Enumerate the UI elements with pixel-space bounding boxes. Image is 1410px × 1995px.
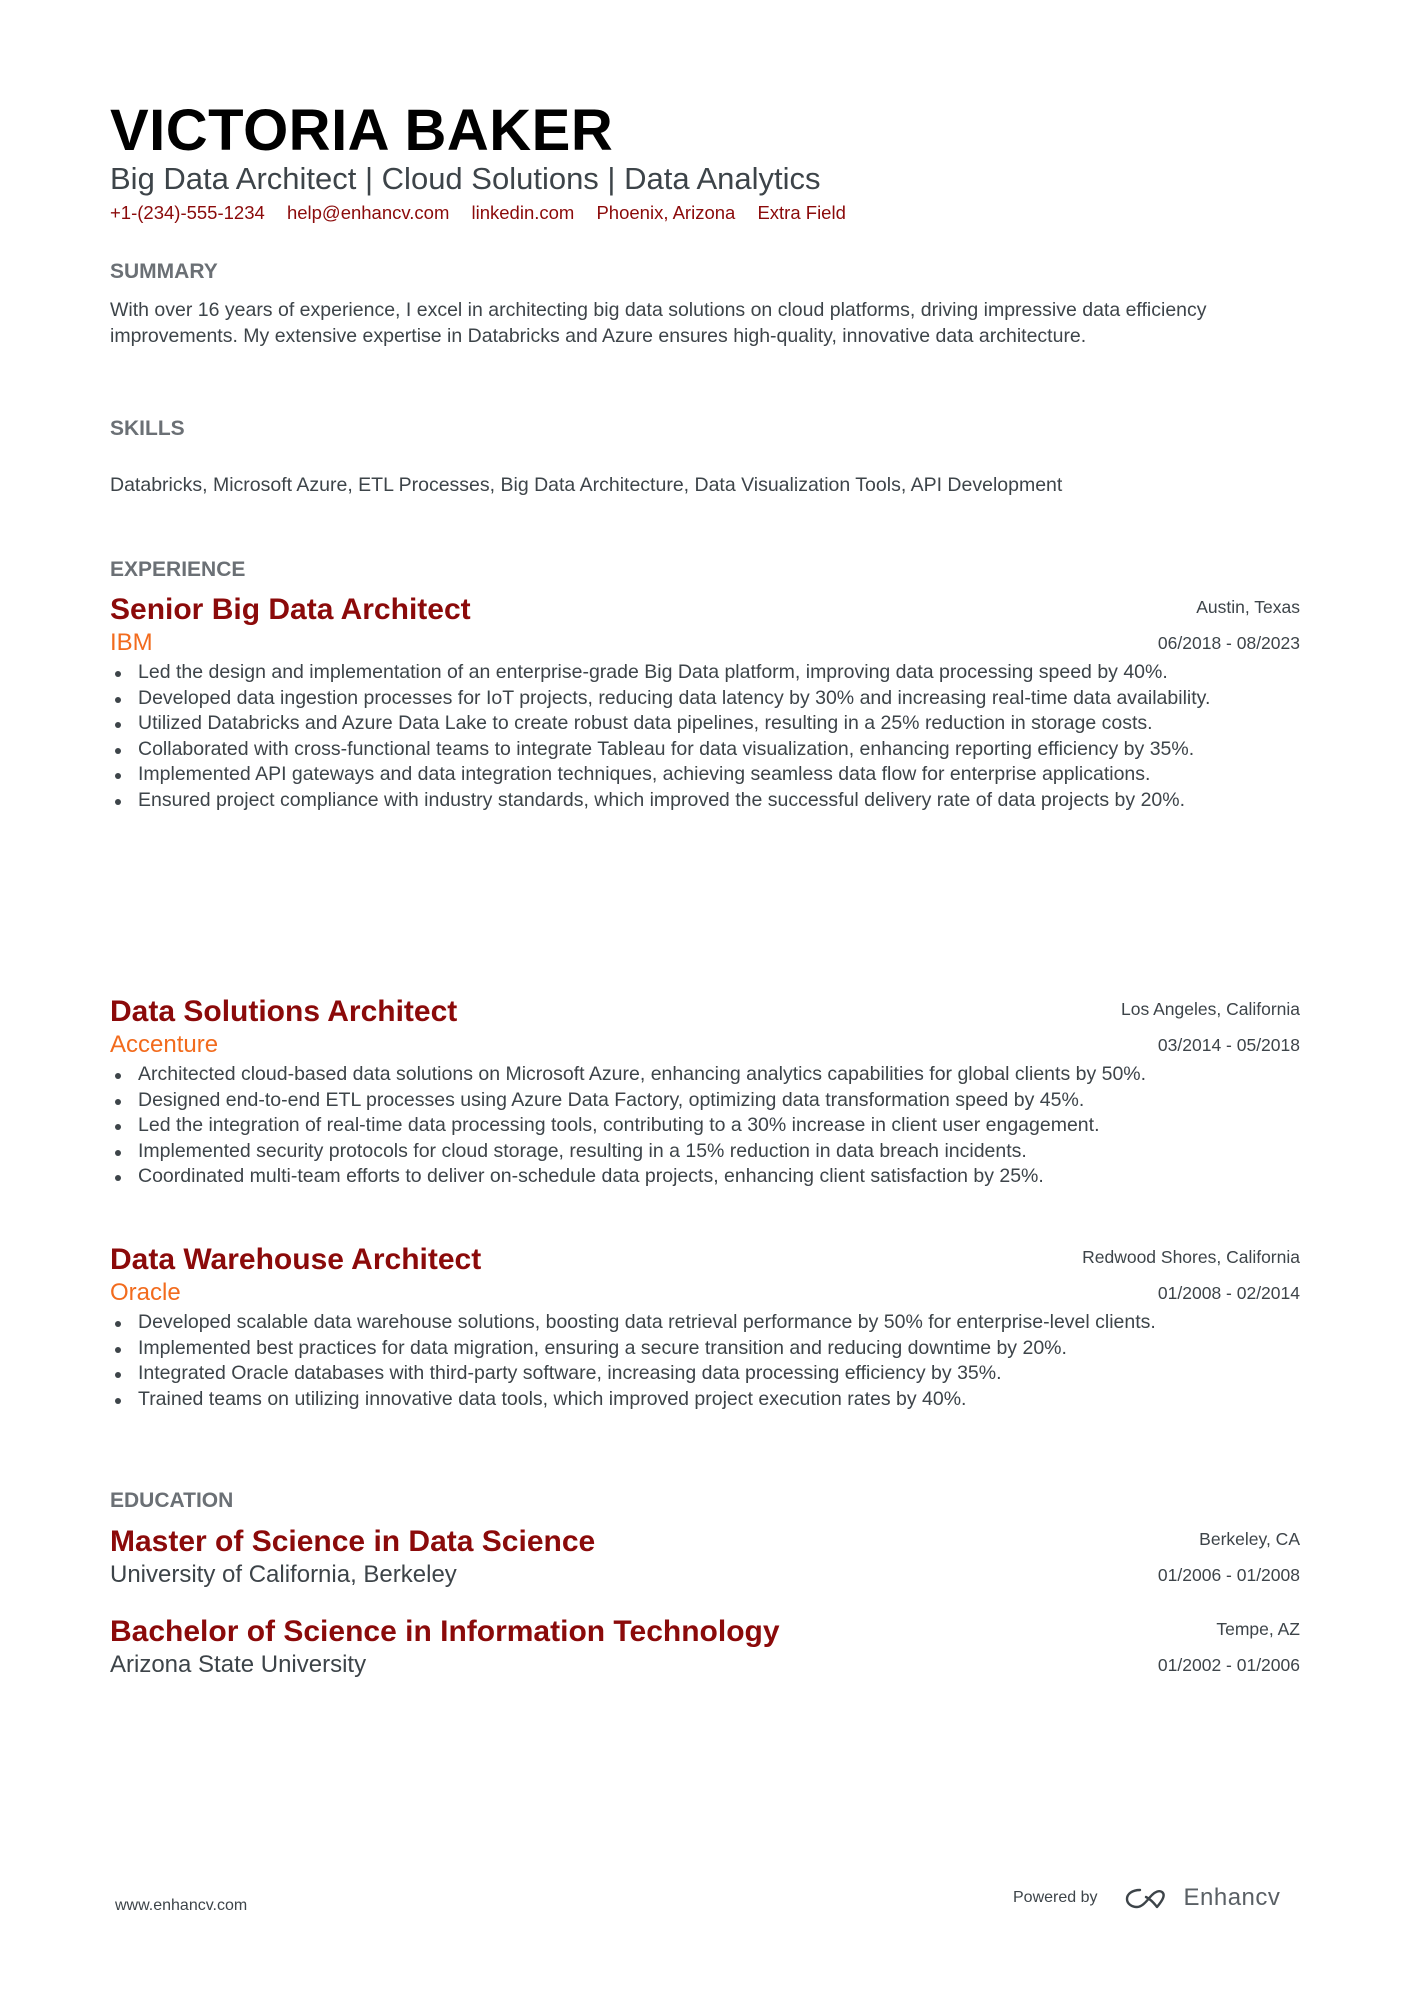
- bullet-item: Led the integration of real-time data pr…: [115, 1113, 1300, 1139]
- contact-bar: +1-(234)-555-1234 help@enhancv.com linke…: [110, 201, 863, 225]
- job-dates: 01/2008 - 02/2014: [1157, 1283, 1300, 1303]
- experience-entry: Data Warehouse Architect Oracle Redwood …: [110, 1242, 1300, 1412]
- bullet-item: Collaborated with cross-functional teams…: [115, 737, 1300, 763]
- bullet-item: Integrated Oracle databases with third-p…: [115, 1361, 1300, 1387]
- school-location: Berkeley, CA: [1199, 1529, 1300, 1549]
- degree-title: Master of Science in Data Science: [110, 1525, 596, 1558]
- education-heading: EDUCATION: [110, 1489, 234, 1512]
- skills-heading: SKILLS: [110, 417, 185, 440]
- job-dates: 06/2018 - 08/2023: [1157, 633, 1300, 653]
- experience-entry: Data Solutions Architect Accenture Los A…: [110, 994, 1300, 1190]
- footer-branding: Powered by Enhancv: [1013, 1884, 1280, 1912]
- footer-website[interactable]: www.enhancv.com: [115, 1897, 247, 1915]
- experience-entry: Senior Big Data Architect IBM Austin, Te…: [110, 592, 1300, 814]
- bullet-item: Trained teams on utilizing innovative da…: [115, 1387, 1300, 1413]
- education-entry: Master of Science in Data Science Univer…: [110, 1524, 1300, 1590]
- skills-text: Databricks, Microsoft Azure, ETL Process…: [110, 474, 1063, 496]
- degree-title: Bachelor of Science in Information Techn…: [110, 1615, 780, 1648]
- job-location: Austin, Texas: [1196, 597, 1300, 617]
- contact-extra-field: Extra Field: [757, 202, 846, 223]
- bullet-item: Developed data ingestion processes for I…: [115, 686, 1300, 712]
- job-location: Los Angeles, California: [1121, 999, 1300, 1019]
- school-name: Arizona State University: [110, 1651, 367, 1678]
- job-title: Senior Big Data Architect: [110, 593, 471, 626]
- bullet-item: Implemented best practices for data migr…: [115, 1336, 1300, 1362]
- bullet-item: Developed scalable data warehouse soluti…: [115, 1310, 1300, 1336]
- candidate-name: VICTORIA BAKER: [110, 98, 614, 163]
- school-name: University of California, Berkeley: [110, 1561, 457, 1588]
- contact-email[interactable]: help@enhancv.com: [287, 202, 449, 223]
- enhancv-brand-name: Enhancv: [1183, 1884, 1281, 1911]
- bullet-item: Implemented security protocols for cloud…: [115, 1139, 1300, 1165]
- bullet-item: Utilized Databricks and Azure Data Lake …: [115, 711, 1300, 737]
- summary-heading: SUMMARY: [110, 260, 218, 283]
- enhancv-logo-icon: [1125, 1888, 1165, 1909]
- contact-location: Phoenix, Arizona: [596, 202, 736, 223]
- bullet-item: Coordinated multi-team efforts to delive…: [115, 1164, 1300, 1190]
- experience-heading: EXPERIENCE: [110, 558, 246, 581]
- powered-by-label: Powered by: [1013, 1889, 1098, 1906]
- job-bullets: Led the design and implementation of an …: [110, 660, 1300, 814]
- headline: Big Data Architect | Cloud Solutions | D…: [110, 161, 821, 196]
- education-dates: 01/2006 - 01/2008: [1157, 1565, 1300, 1585]
- bullet-item: Ensured project compliance with industry…: [115, 788, 1300, 814]
- job-location: Redwood Shores, California: [1082, 1247, 1300, 1267]
- bullet-item: Architected cloud-based data solutions o…: [115, 1062, 1300, 1088]
- contact-phone[interactable]: +1-(234)-555-1234: [110, 202, 265, 223]
- job-dates: 03/2014 - 05/2018: [1157, 1035, 1300, 1055]
- contact-linkedin[interactable]: linkedin.com: [472, 202, 575, 223]
- education-entry: Bachelor of Science in Information Techn…: [110, 1614, 1300, 1680]
- job-bullets: Architected cloud-based data solutions o…: [110, 1062, 1300, 1190]
- bullet-item: Led the design and implementation of an …: [115, 660, 1300, 686]
- company-name: IBM: [110, 629, 153, 656]
- school-location: Tempe, AZ: [1216, 1619, 1300, 1639]
- company-name: Oracle: [110, 1279, 181, 1306]
- summary-text: With over 16 years of experience, I exce…: [110, 299, 1207, 347]
- bullet-item: Implemented API gateways and data integr…: [115, 762, 1300, 788]
- education-dates: 01/2002 - 01/2006: [1157, 1655, 1300, 1675]
- bullet-item: Designed end-to-end ETL processes using …: [115, 1088, 1300, 1114]
- job-bullets: Developed scalable data warehouse soluti…: [110, 1310, 1300, 1412]
- company-name: Accenture: [110, 1031, 219, 1058]
